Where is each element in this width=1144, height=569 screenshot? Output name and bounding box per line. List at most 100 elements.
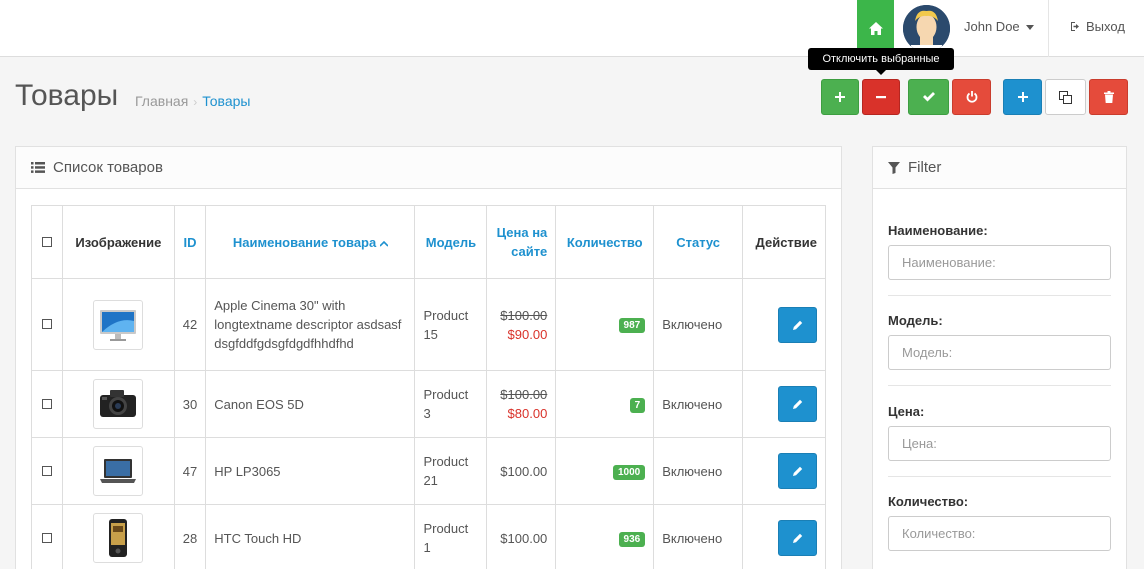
column-action: Действие xyxy=(742,205,826,279)
pencil-icon xyxy=(792,533,802,543)
row-checkbox[interactable] xyxy=(41,398,52,409)
quantity-badge: 1000 xyxy=(612,464,646,480)
special-price: $80.00 xyxy=(507,406,548,421)
special-price: $90.00 xyxy=(507,326,548,342)
select-all-cell xyxy=(31,205,63,279)
image-cell xyxy=(61,504,175,569)
add-button[interactable] xyxy=(1003,79,1042,115)
edit-button[interactable] xyxy=(778,306,817,343)
id-cell: 28 xyxy=(173,504,207,569)
name-cell: Canon EOS 5D xyxy=(205,370,416,438)
row-checkbox[interactable] xyxy=(41,319,52,329)
breadcrumb-current[interactable]: Товары xyxy=(202,93,250,109)
quantity-cell: 936 xyxy=(555,504,655,569)
column-name[interactable]: Наименование товара xyxy=(205,205,416,279)
logout-link[interactable]: Выход xyxy=(1070,19,1125,34)
quantity-badge: 7 xyxy=(629,397,646,413)
pencil-icon xyxy=(792,320,802,330)
filter-name-group: Наименование: xyxy=(888,223,1111,280)
action-cell xyxy=(742,370,826,438)
filter-name-input[interactable] xyxy=(888,245,1111,280)
image-cell xyxy=(61,370,175,438)
disable-button[interactable] xyxy=(862,79,900,115)
quantity-cell: 7 xyxy=(555,370,655,438)
row-checkbox[interactable] xyxy=(41,465,52,476)
id-cell: 30 xyxy=(173,370,207,438)
camera-icon xyxy=(100,390,137,417)
product-thumbnail[interactable] xyxy=(93,379,144,429)
price-cell: $100.00 xyxy=(486,504,557,569)
price: $100.00 xyxy=(500,463,548,479)
table-row: 42 Apple Cinema 30" with longtextname de… xyxy=(31,278,826,371)
breadcrumb-home[interactable]: Главная xyxy=(135,93,188,109)
filter-quantity-label: Количество: xyxy=(888,494,969,509)
logout-label: Выход xyxy=(1086,19,1125,34)
quantity-badge: 987 xyxy=(618,318,646,333)
filter-quantity-input[interactable] xyxy=(888,516,1111,551)
copy-button[interactable] xyxy=(1045,79,1086,115)
action-cell xyxy=(742,278,826,371)
column-price[interactable]: Цена на сайте xyxy=(486,205,557,279)
panel-heading: Список товаров xyxy=(16,147,841,189)
action-cell xyxy=(742,504,826,569)
select-all-checkbox[interactable] xyxy=(41,236,52,247)
sign-out-icon xyxy=(1071,22,1079,31)
tooltip-arrow xyxy=(876,70,886,75)
enable-button[interactable] xyxy=(821,79,859,115)
power-icon xyxy=(966,91,977,103)
row-checkbox[interactable] xyxy=(41,532,52,543)
row-select-cell xyxy=(31,504,63,569)
approve-button[interactable] xyxy=(908,79,949,115)
copy-icon xyxy=(1059,90,1072,104)
monitor-icon xyxy=(100,309,137,341)
product-thumbnail[interactable] xyxy=(93,299,144,350)
column-status[interactable]: Статус xyxy=(653,205,744,279)
phone-icon xyxy=(109,519,128,557)
edit-button[interactable] xyxy=(778,386,817,422)
table-row: 47 HP LP3065 Product 21 $100.00 1000 Вкл… xyxy=(31,437,826,505)
product-thumbnail[interactable] xyxy=(93,446,144,496)
status-cell: Включено xyxy=(653,504,744,569)
avatar[interactable] xyxy=(903,5,950,52)
edit-button[interactable] xyxy=(778,453,817,489)
user-name[interactable]: John Doe xyxy=(964,19,1020,34)
filter-price-input[interactable] xyxy=(888,426,1111,461)
divider xyxy=(888,295,1111,296)
column-quantity[interactable]: Количество xyxy=(555,205,655,279)
check-icon xyxy=(922,92,935,102)
power-button[interactable] xyxy=(952,79,991,115)
filter-panel: Filter Наименование: Модель: Цена: Колич… xyxy=(872,146,1127,569)
filter-title: Filter xyxy=(908,159,942,176)
status-cell: Включено xyxy=(653,437,744,505)
pencil-icon xyxy=(792,399,802,409)
name-cell: HP LP3065 xyxy=(205,437,416,505)
laptop-icon xyxy=(100,459,137,483)
caret-down-icon[interactable] xyxy=(1026,25,1034,30)
filter-heading: Filter xyxy=(873,147,1126,189)
quantity-cell: 1000 xyxy=(555,437,655,505)
column-image: Изображение xyxy=(61,205,175,279)
plus-icon xyxy=(835,92,845,102)
id-cell: 47 xyxy=(173,437,207,505)
name-cell: HTC Touch HD xyxy=(205,504,416,569)
quantity-badge: 936 xyxy=(618,531,646,547)
column-model[interactable]: Модель xyxy=(414,205,488,279)
edit-button[interactable] xyxy=(778,520,817,556)
model-cell: Product 1 xyxy=(414,504,488,569)
divider xyxy=(888,385,1111,386)
row-select-cell xyxy=(31,437,63,505)
breadcrumb-separator: › xyxy=(193,95,198,109)
trash-icon xyxy=(1103,91,1114,103)
tooltip: Отключить выбранные xyxy=(808,48,954,70)
delete-button[interactable] xyxy=(1089,79,1128,115)
filter-model-input[interactable] xyxy=(888,335,1111,370)
divider xyxy=(1048,0,1049,57)
price-cell: $100.00 $90.00 xyxy=(486,278,557,371)
column-id[interactable]: ID xyxy=(173,205,207,279)
table-header-row: Изображение ID Наименование товара Модел… xyxy=(31,205,826,279)
product-thumbnail[interactable] xyxy=(93,513,144,563)
filter-price-group: Цена: xyxy=(888,404,1111,461)
old-price: $100.00 xyxy=(500,307,548,323)
breadcrumb: Главная › Товары xyxy=(135,93,250,109)
status-cell: Включено xyxy=(653,278,744,371)
